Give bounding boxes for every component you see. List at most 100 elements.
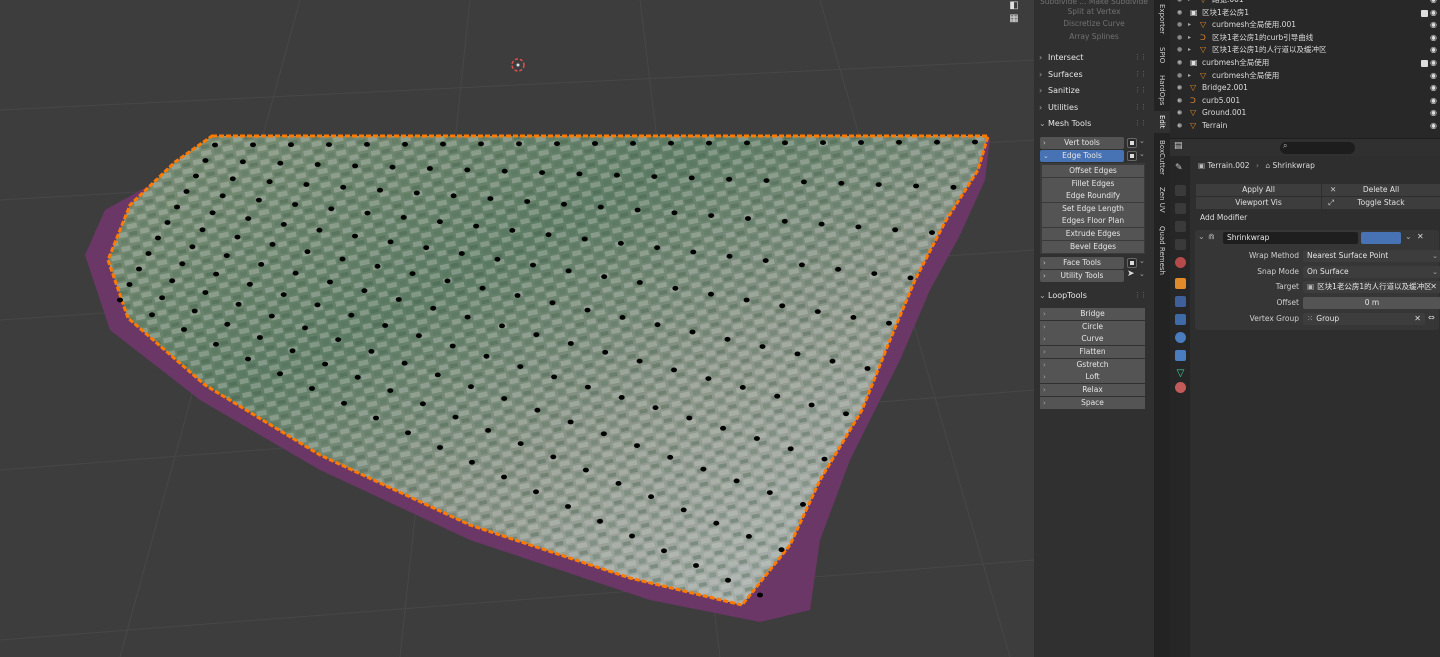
- offset-field[interactable]: 0 m: [1303, 297, 1440, 309]
- vertex-dot[interactable]: [174, 204, 180, 210]
- snap-mode-select[interactable]: On Surface ⌄: [1303, 266, 1440, 278]
- vertex-dot[interactable]: [672, 285, 679, 291]
- grid-view-icon[interactable]: ▦: [1007, 13, 1021, 25]
- vertex-dot[interactable]: [850, 315, 857, 320]
- dropdown-icon[interactable]: ⌄: [1139, 270, 1145, 278]
- expand-right-icon[interactable]: ▸: [1188, 70, 1191, 83]
- expand-down-icon[interactable]: ▾: [1178, 7, 1181, 20]
- viewport-vis-button[interactable]: Viewport Vis: [1196, 197, 1321, 209]
- vertex-dot[interactable]: [517, 441, 524, 446]
- vertex-dot[interactable]: [618, 395, 625, 400]
- vertex-dot[interactable]: [149, 312, 155, 318]
- vertex-dot[interactable]: [514, 293, 521, 298]
- vertex-dot[interactable]: [164, 220, 171, 225]
- vertex-dot[interactable]: [602, 349, 609, 355]
- eye-icon[interactable]: ◉: [1430, 0, 1437, 7]
- vertex-dot[interactable]: [292, 270, 299, 276]
- vertex-dot[interactable]: [387, 388, 394, 393]
- vertex-dot[interactable]: [821, 456, 828, 462]
- expand-right-icon[interactable]: ▸: [1178, 82, 1181, 95]
- section-sanitize[interactable]: › Sanitize ⋮⋮: [1036, 83, 1150, 98]
- vertex-dot[interactable]: [234, 234, 241, 240]
- vertex-dot[interactable]: [634, 443, 640, 448]
- vertex-dot[interactable]: [117, 297, 123, 303]
- vertex-dot[interactable]: [335, 337, 342, 342]
- vertex-dot[interactable]: [487, 196, 494, 202]
- vertex-dot[interactable]: [501, 396, 508, 401]
- vertex-dot[interactable]: [213, 271, 220, 277]
- tab-boxcutter[interactable]: BoxCutter: [1154, 137, 1170, 179]
- grip-icon[interactable]: ⋮⋮: [1134, 116, 1147, 131]
- vertex-dot[interactable]: [377, 187, 383, 193]
- vertex-dot[interactable]: [235, 301, 242, 307]
- vertex-dot[interactable]: [494, 256, 501, 262]
- outliner-row[interactable]: ● ▾ ▣ 区块1老公房1 ◉: [1170, 7, 1440, 20]
- vertex-dot[interactable]: [352, 163, 359, 169]
- section-mesh-tools[interactable]: ⌄ Mesh Tools ⋮⋮: [1036, 116, 1150, 131]
- vertex-dot[interactable]: [202, 290, 209, 295]
- toggle-stack-button[interactable]: ⤢ Toggle Stack: [1322, 197, 1440, 209]
- vertex-dot[interactable]: [668, 140, 674, 146]
- looptools-relax-button[interactable]: › Relax: [1040, 384, 1145, 396]
- vertex-dot[interactable]: [479, 285, 486, 291]
- vertex-group-field[interactable]: ⁙ Group ✕: [1303, 313, 1425, 325]
- world-icon[interactable]: [1175, 257, 1186, 268]
- vertex-dot[interactable]: [800, 179, 807, 185]
- vertex-dot[interactable]: [136, 266, 142, 272]
- vertex-dot[interactable]: [395, 297, 402, 302]
- vertex-dot[interactable]: [592, 141, 598, 146]
- eye-icon[interactable]: ◉: [1430, 107, 1437, 120]
- vertex-dot[interactable]: [871, 271, 878, 276]
- vertex-dot[interactable]: [829, 358, 836, 364]
- vertex-dot[interactable]: [913, 183, 920, 189]
- vertex-dot[interactable]: [733, 478, 740, 484]
- modifier-icon[interactable]: [1175, 296, 1186, 307]
- vertex-dot[interactable]: [700, 466, 707, 472]
- vertex-dot[interactable]: [763, 178, 770, 184]
- vertex-dot[interactable]: [368, 349, 375, 354]
- vertex-dot[interactable]: [309, 386, 315, 391]
- vertex-dot[interactable]: [651, 174, 658, 180]
- vertex-dot[interactable]: [389, 164, 396, 170]
- tab-quad-remesh[interactable]: Quad Remesh: [1154, 222, 1170, 278]
- tab-spio[interactable]: SPIO: [1154, 42, 1170, 68]
- vertex-dot[interactable]: [280, 222, 287, 227]
- vertex-dot[interactable]: [814, 309, 821, 314]
- vertex-dot[interactable]: [277, 160, 284, 166]
- 3d-viewport[interactable]: ◧ ▦: [0, 0, 1034, 657]
- section-intersect[interactable]: › Intersect ⋮⋮: [1036, 50, 1150, 65]
- vertex-dot[interactable]: [762, 258, 769, 263]
- vertex-dot[interactable]: [630, 141, 636, 146]
- vertex-dot[interactable]: [288, 142, 294, 148]
- view-layer-icon[interactable]: [1175, 221, 1186, 232]
- vertex-dot[interactable]: [688, 175, 695, 181]
- vertex-dot[interactable]: [361, 288, 368, 294]
- vertex-dot[interactable]: [328, 206, 335, 212]
- vertex-dot[interactable]: [835, 266, 842, 272]
- vertex-dot[interactable]: [818, 221, 825, 227]
- expand-right-icon[interactable]: ▸: [1178, 95, 1181, 108]
- vertex-dot[interactable]: [843, 411, 849, 417]
- vertex-dot[interactable]: [774, 393, 781, 399]
- eye-icon[interactable]: ◉: [1430, 82, 1437, 95]
- vertex-dot[interactable]: [739, 385, 746, 390]
- vertex-dot[interactable]: [485, 428, 492, 433]
- looptools-bridge-button[interactable]: › Bridge: [1040, 308, 1145, 320]
- vertex-dot[interactable]: [972, 139, 978, 145]
- vertex-dot[interactable]: [864, 366, 871, 371]
- close-icon[interactable]: ✕: [1417, 232, 1424, 241]
- tab-edit[interactable]: Edit: [1154, 111, 1170, 133]
- editor-type-icon[interactable]: ▤: [1174, 141, 1183, 151]
- outliner-row[interactable]: ● ▸ ▽ curbmesh全局使用 ◉: [1170, 70, 1440, 83]
- vertex-dot[interactable]: [413, 190, 420, 196]
- looptools-circle-button[interactable]: › Circle: [1040, 321, 1145, 333]
- tool-icon[interactable]: ✎: [1175, 163, 1186, 174]
- vertex-dot[interactable]: [212, 142, 218, 148]
- vertex-dot[interactable]: [690, 249, 697, 255]
- outliner-row[interactable]: ● ▸ ▽ Bridge2.001 ◉: [1170, 82, 1440, 95]
- vertex-dot[interactable]: [304, 249, 311, 255]
- vertex-dot[interactable]: [402, 141, 408, 147]
- vertex-dot[interactable]: [744, 140, 750, 146]
- render-icon[interactable]: [1175, 185, 1186, 196]
- vertex-dot[interactable]: [950, 184, 957, 190]
